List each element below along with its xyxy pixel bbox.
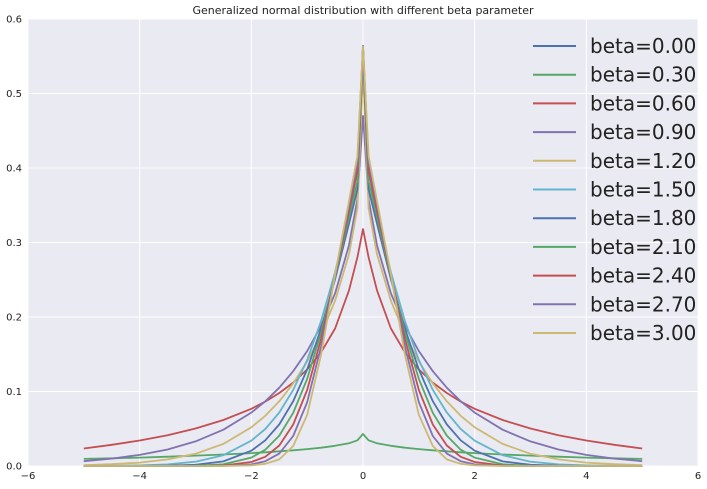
- legend-label: beta=1.80: [590, 206, 696, 230]
- y-tick-label: 0.2: [6, 313, 22, 324]
- legend-label: beta=1.20: [590, 149, 696, 173]
- x-tick-label: 2: [471, 471, 477, 482]
- legend-label: beta=3.00: [590, 321, 696, 345]
- x-tick-label: −4: [132, 471, 147, 482]
- y-tick-label: 0.1: [6, 387, 22, 398]
- legend-label: beta=1.50: [590, 178, 696, 202]
- y-tick-label: 0.4: [6, 164, 22, 175]
- x-tick-label: −2: [244, 471, 259, 482]
- y-tick-label: 0.0: [6, 462, 22, 473]
- x-tick-label: 4: [583, 471, 589, 482]
- legend-label: beta=0.00: [590, 34, 696, 58]
- legend-label: beta=2.10: [590, 235, 696, 259]
- y-tick-label: 0.6: [6, 15, 22, 26]
- chart: −6 −4 −2 0 2 4 6 0.0 0.1 0.2 0.3 0.4 0.5 0.6 Generali…: [6, 4, 701, 482]
- x-tick-label: 6: [695, 471, 701, 482]
- legend-label: beta=2.40: [590, 264, 696, 288]
- legend-label: beta=0.60: [590, 91, 696, 115]
- chart-title: Generalized normal distribution with dif…: [192, 4, 534, 17]
- y-tick-label: 0.3: [6, 238, 22, 249]
- legend-label: beta=0.30: [590, 63, 696, 87]
- legend-label: beta=0.90: [590, 120, 696, 144]
- x-tick-label: −6: [21, 471, 36, 482]
- x-tick-label: 0: [360, 471, 366, 482]
- legend-label: beta=2.70: [590, 292, 696, 316]
- y-tick-label: 0.5: [6, 89, 22, 100]
